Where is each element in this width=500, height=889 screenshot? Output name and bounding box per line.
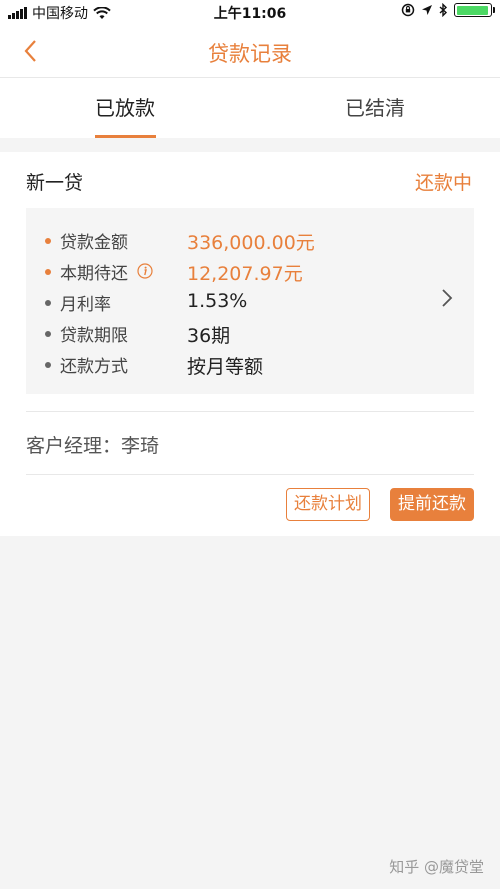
account-manager: 客户经理：李琦 [26,431,159,458]
page-title: 贷款记录 [208,42,292,66]
bluetooth-icon [439,3,448,17]
detail-label: 还款方式 [60,357,128,377]
prepay-button[interactable]: 提前还款 [390,488,474,521]
loan-name: 新一贷 [26,172,84,194]
detail-value: 12,207.97元 [187,263,303,285]
watermark: 知乎 @魔贷堂 [389,858,484,876]
bullet-dot [45,238,51,244]
navigation-bar: 贷款记录 [0,26,500,78]
orientation-lock-icon [401,3,415,17]
tab-settled[interactable]: 已结清 [250,92,500,121]
status-bar: 中国移动 上午11:06 [0,0,500,26]
bullet-dot [45,269,51,275]
loan-detail-box[interactable]: 贷款金额 336,000.00元 本期待还 12,207.97元 月利率 1.5… [26,208,474,394]
detail-label: 月利率 [60,295,111,315]
detail-value: 1.53% [187,290,248,312]
battery-icon [454,3,495,17]
active-tab-indicator [95,135,156,138]
manager-name: 李琦 [121,435,160,457]
detail-row-term: 贷款期限 36期 [26,321,474,347]
divider [26,474,474,475]
detail-value: 336,000.00元 [187,232,315,254]
detail-value: 36期 [187,325,231,347]
chevron-right-icon [442,289,453,307]
detail-label: 贷款金额 [60,233,128,253]
status-right [401,3,495,17]
tab-bar: 已放款 已结清 [0,78,500,138]
manager-label: 客户经理： [26,435,122,457]
bullet-dot [45,331,51,337]
tab-disbursed[interactable]: 已放款 [0,92,250,121]
loan-card: 新一贷 还款中 贷款金额 336,000.00元 本期待还 12,207.97元… [0,152,500,536]
bullet-dot [45,362,51,368]
info-icon[interactable] [137,263,153,279]
detail-row-monthly-rate: 月利率 1.53% [26,290,474,315]
detail-value: 按月等额 [187,356,264,378]
divider [26,411,474,412]
loan-status: 还款中 [414,172,472,194]
detail-row-repayment-method: 还款方式 按月等额 [26,352,474,378]
repayment-plan-button[interactable]: 还款计划 [286,488,370,521]
detail-label: 本期待还 [60,264,128,284]
detail-row-current-due: 本期待还 12,207.97元 [26,259,474,285]
bullet-dot [45,300,51,306]
location-icon [422,5,432,15]
detail-row-amount: 贷款金额 336,000.00元 [26,228,474,254]
detail-label: 贷款期限 [60,326,128,346]
